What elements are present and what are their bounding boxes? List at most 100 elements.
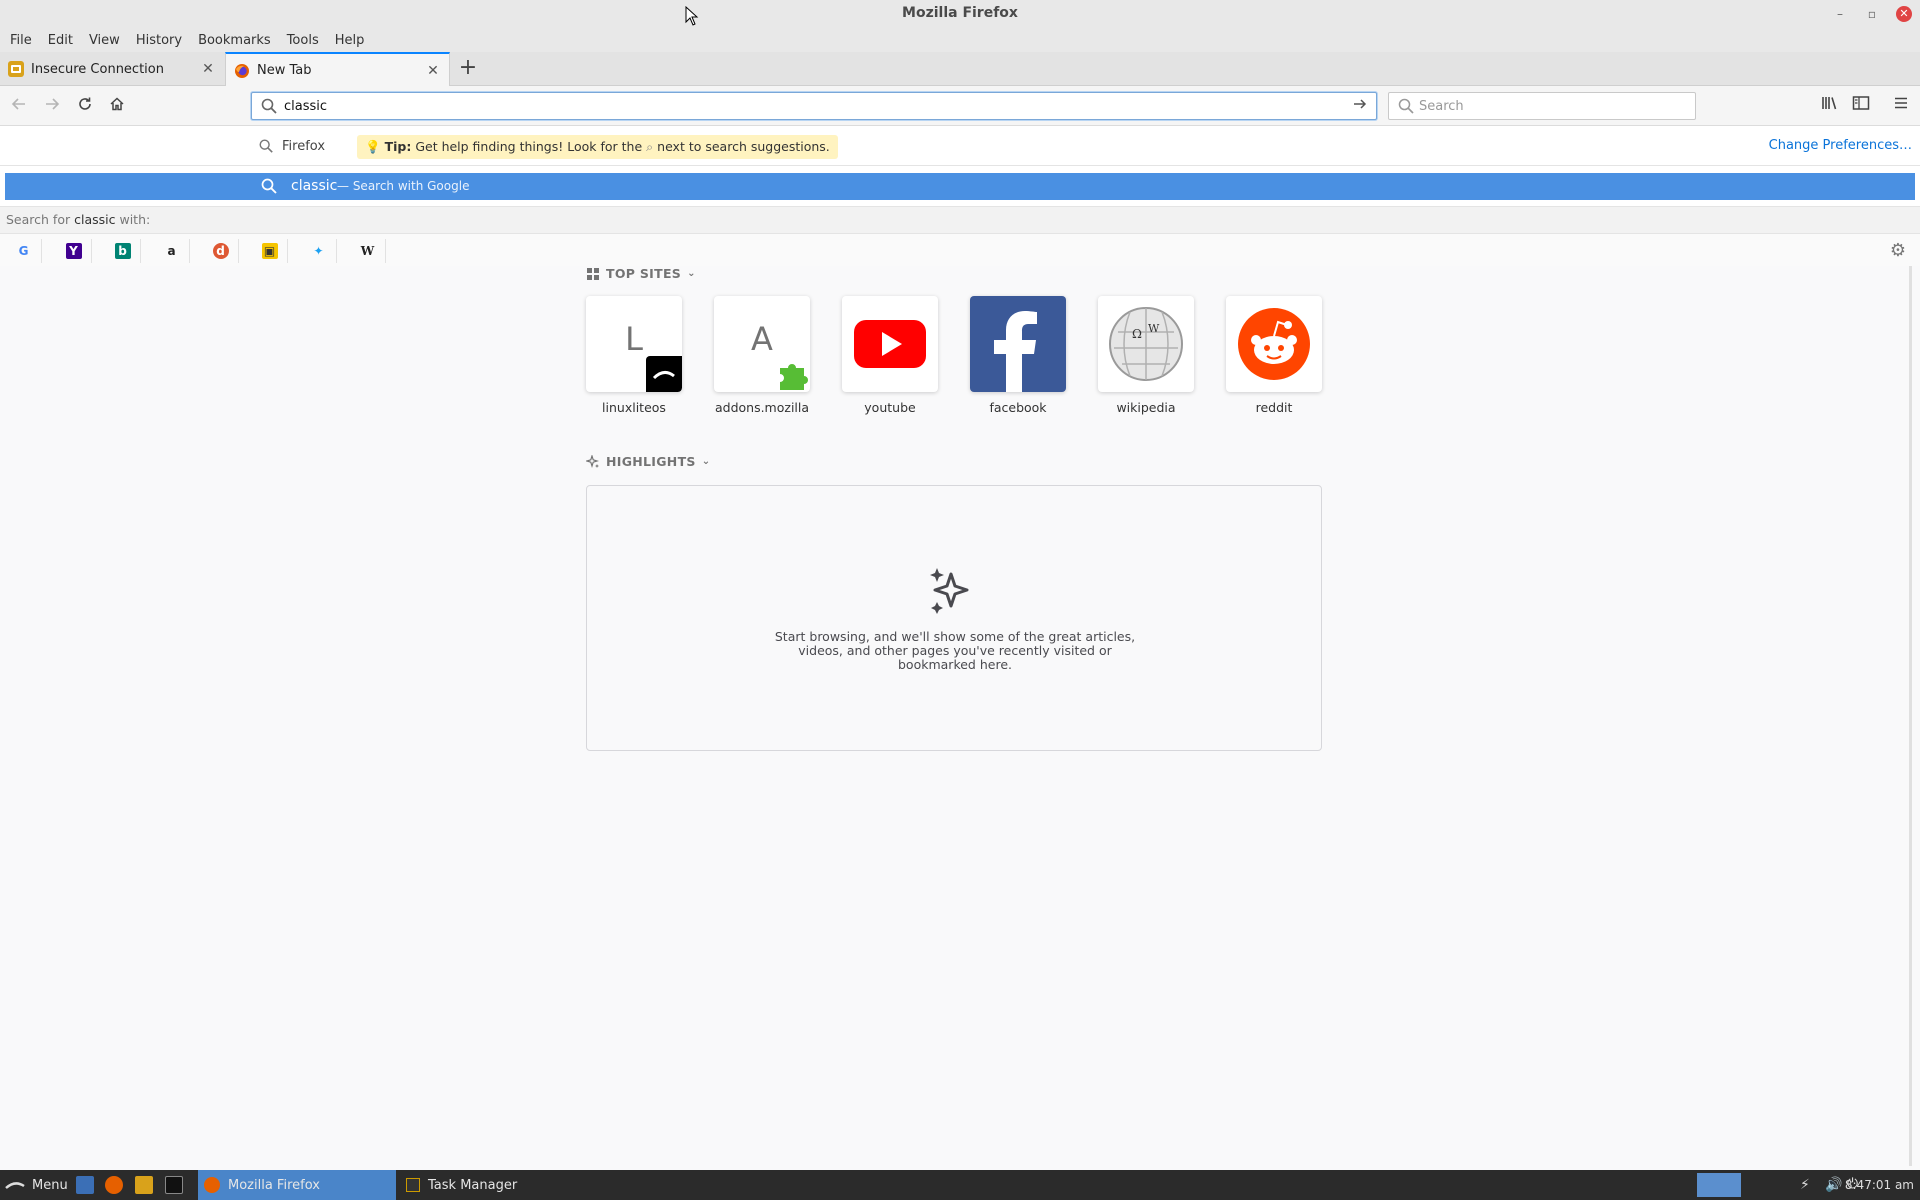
- engine-bing[interactable]: b: [105, 239, 141, 263]
- back-arrow-icon: [11, 98, 25, 110]
- tab-label: Insecure Connection: [31, 61, 164, 77]
- menu-label: Menu: [32, 1177, 68, 1193]
- tile-letter: A: [751, 320, 773, 358]
- highlights-empty-state: Start browsing, and we'll show some of t…: [586, 485, 1322, 751]
- close-window-button[interactable]: ✕: [1896, 6, 1912, 22]
- tip-banner: 💡 Tip: Get help finding things! Look for…: [357, 135, 838, 159]
- wikipedia-icon: W: [360, 244, 375, 258]
- suggestion-hint: — Search with Google: [337, 179, 470, 193]
- menu-help[interactable]: Help: [329, 33, 371, 48]
- back-button[interactable]: [8, 96, 30, 118]
- go-arrow-icon[interactable]: [1350, 96, 1370, 116]
- engine-twitter[interactable]: ✦: [301, 239, 337, 263]
- tab-close-icon[interactable]: ✕: [200, 61, 216, 77]
- search-icon: [261, 98, 277, 114]
- linuxlite-badge-icon: [646, 356, 682, 392]
- firefox-engine-item[interactable]: Firefox: [258, 138, 325, 154]
- tip-row: Firefox 💡 Tip: Get help finding things! …: [0, 126, 1920, 166]
- menubar: File Edit View History Bookmarks Tools H…: [0, 28, 1920, 52]
- sidebar-button[interactable]: [1849, 95, 1873, 119]
- search-input[interactable]: [1419, 97, 1689, 115]
- search-settings-gear-icon[interactable]: ⚙: [1890, 240, 1906, 261]
- engine-amazon[interactable]: a: [154, 239, 190, 263]
- engine-wikipedia[interactable]: W: [350, 239, 386, 263]
- engine-ebay[interactable]: ▣: [252, 239, 288, 263]
- tab-new-tab[interactable]: New Tab ✕: [225, 52, 450, 87]
- sidebar-icon: [1852, 96, 1870, 110]
- tile-thumbnail: A: [714, 296, 810, 392]
- terminal-launcher-icon[interactable]: [165, 1176, 183, 1194]
- search-for-term: classic: [74, 212, 116, 227]
- new-tab-button[interactable]: +: [455, 56, 481, 82]
- tile-thumbnail: [842, 296, 938, 392]
- suggestion-query: classic: [291, 178, 338, 194]
- tab-label: New Tab: [257, 63, 312, 78]
- workspace-indicator[interactable]: [1697, 1173, 1741, 1197]
- reload-button[interactable]: [74, 96, 96, 118]
- tile-label: reddit: [1255, 400, 1293, 415]
- puzzle-piece-icon: [774, 356, 810, 392]
- tab-close-icon[interactable]: ✕: [425, 63, 441, 79]
- engine-google[interactable]: G: [6, 239, 42, 263]
- top-site-addons-mozilla[interactable]: A addons.mozilla: [714, 296, 810, 415]
- maximize-button[interactable]: ▫: [1862, 4, 1882, 24]
- sparkle-icon: [930, 568, 969, 614]
- firefox-launcher-icon[interactable]: [105, 1176, 123, 1194]
- search-bar[interactable]: [1388, 92, 1696, 120]
- task-task-manager[interactable]: Task Manager: [400, 1170, 600, 1200]
- engine-duckduckgo[interactable]: d: [203, 239, 239, 263]
- top-site-wikipedia[interactable]: Ω W wikipedia: [1098, 296, 1194, 415]
- top-site-youtube[interactable]: youtube: [842, 296, 938, 415]
- tile-label: facebook: [989, 400, 1047, 415]
- highlights-icon: [586, 454, 599, 468]
- reddit-icon: [1238, 308, 1310, 380]
- url-input[interactable]: [284, 97, 1324, 115]
- menu-tools[interactable]: Tools: [281, 33, 325, 48]
- lightbulb-icon: 💡: [365, 139, 381, 154]
- search-icon: [259, 139, 273, 153]
- top-sites-heading[interactable]: TOP SITES ⌄: [586, 266, 696, 281]
- scrollbar[interactable]: [1909, 266, 1912, 1166]
- tile-label: addons.mozilla: [714, 400, 810, 415]
- volume-icon[interactable]: 🔊: [1825, 1177, 1842, 1193]
- home-button[interactable]: [106, 96, 128, 118]
- forward-button[interactable]: [41, 96, 63, 118]
- linuxlite-logo-icon: [5, 1182, 25, 1189]
- network-icon[interactable]: ⚡: [1800, 1177, 1810, 1193]
- tab-bar: Insecure Connection ✕ New Tab ✕ +: [0, 52, 1920, 87]
- navigation-toolbar: [0, 86, 1920, 126]
- chevron-down-icon: ⌄: [701, 456, 711, 467]
- menu-file[interactable]: File: [4, 33, 38, 48]
- start-menu-button[interactable]: Menu: [4, 1170, 68, 1200]
- change-preferences-link[interactable]: Change Preferences…: [1769, 138, 1912, 153]
- menu-history[interactable]: History: [130, 33, 188, 48]
- taskbar: Menu Mozilla Firefox Task Manager ⚡ 🔊 ⏻ …: [0, 1170, 1920, 1200]
- home-icon: [110, 97, 124, 111]
- menu-edit[interactable]: Edit: [42, 33, 79, 48]
- file-manager-launcher-icon[interactable]: [135, 1176, 153, 1194]
- hamburger-menu-button[interactable]: [1889, 95, 1913, 119]
- task-mozilla-firefox[interactable]: Mozilla Firefox: [198, 1170, 396, 1200]
- engine-yahoo[interactable]: Y: [56, 239, 92, 263]
- top-site-reddit[interactable]: reddit: [1226, 296, 1322, 415]
- one-off-engines: G Y b a d ▣ ✦ W ⚙: [0, 234, 1920, 266]
- clock[interactable]: 8:47:01 am: [1845, 1178, 1914, 1192]
- highlights-message-line3: bookmarked here.: [898, 657, 1012, 672]
- tile-thumbnail: [970, 296, 1066, 392]
- ebay-icon: ▣: [261, 243, 278, 259]
- desktop-launcher-icon[interactable]: [76, 1176, 94, 1194]
- top-site-facebook[interactable]: facebook: [970, 296, 1066, 415]
- twitter-icon: ✦: [313, 244, 324, 258]
- url-bar[interactable]: [251, 92, 1377, 120]
- top-site-linuxliteos[interactable]: L linuxliteos: [586, 296, 682, 415]
- reload-icon: [79, 97, 91, 110]
- highlights-heading[interactable]: HIGHLIGHTS ⌄: [586, 454, 710, 469]
- library-button[interactable]: [1818, 95, 1842, 119]
- selected-suggestion[interactable]: classic — Search with Google: [5, 173, 1915, 200]
- tab-insecure-connection[interactable]: Insecure Connection ✕: [0, 52, 224, 86]
- menu-view[interactable]: View: [83, 33, 126, 48]
- task-manager-icon: [406, 1178, 420, 1192]
- menu-bookmarks[interactable]: Bookmarks: [192, 33, 277, 48]
- minimize-button[interactable]: –: [1830, 4, 1850, 24]
- window-titlebar: Mozilla Firefox – ▫ ✕: [0, 0, 1920, 28]
